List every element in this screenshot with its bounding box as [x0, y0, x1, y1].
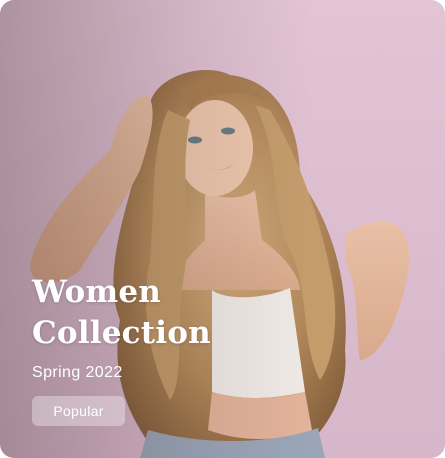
collection-title-line-1: Women — [32, 274, 162, 310]
popular-badge-button[interactable]: Popular — [32, 396, 125, 426]
collection-title: Women Collection — [32, 272, 272, 354]
collection-card[interactable]: Women Collection Spring 2022 Popular — [0, 0, 445, 458]
collection-title-line-2: Collection — [32, 315, 211, 351]
collection-season: Spring 2022 — [32, 364, 123, 381]
image-overlay — [0, 0, 445, 458]
